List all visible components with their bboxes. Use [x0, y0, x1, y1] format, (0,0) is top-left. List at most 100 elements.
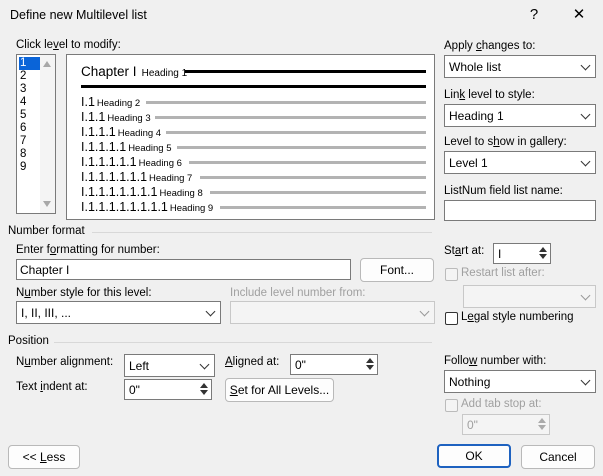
preview-line: [200, 176, 426, 179]
aligned-at-stepper[interactable]: 0": [290, 354, 378, 375]
start-at-label: Start at:: [444, 245, 485, 257]
gallery-level-select[interactable]: Level 1: [444, 151, 596, 174]
text-indent-label: Text indent at:: [16, 381, 88, 393]
gallery-level-label: Level to show in gallery:: [444, 136, 567, 148]
preview-line: [185, 70, 426, 73]
preview-row-level-5: I.1.1.1.1 Heading 5: [81, 140, 172, 154]
preview-row-level-3: I.1.1 Heading 3: [81, 110, 151, 124]
section-divider: [54, 342, 432, 343]
preview-pane: Chapter I Heading 1 I.1 Heading 2 I.1.1 He…: [66, 54, 435, 220]
preview-line: [177, 146, 426, 149]
level-list-label: Click level to modify:: [16, 39, 121, 51]
restart-list-label: Restart list after:: [461, 267, 545, 279]
text-indent-stepper[interactable]: 0": [124, 379, 212, 400]
level-item-3[interactable]: 3: [19, 83, 40, 96]
tab-stop-stepper[interactable]: 0": [462, 414, 550, 435]
preview-row-level-7: I.1.1.1.1.1.1 Heading 7: [81, 170, 193, 184]
apply-changes-select[interactable]: Whole list: [444, 55, 596, 78]
chevron-down-icon[interactable]: [577, 286, 595, 307]
number-style-label: Number style for this level:: [16, 287, 152, 299]
scroll-up-icon[interactable]: [43, 61, 51, 67]
apply-changes-value: Whole list: [449, 60, 502, 74]
level-item-9[interactable]: 9: [19, 161, 40, 174]
add-tab-stop-label: Add tab stop at:: [461, 398, 542, 410]
chevron-down-icon[interactable]: [577, 56, 595, 77]
number-style-select[interactable]: I, II, III, ...: [16, 301, 221, 324]
apply-changes-label: Apply changes to:: [444, 40, 536, 52]
spin-down-icon[interactable]: [536, 253, 550, 262]
follow-number-select[interactable]: Nothing: [444, 370, 596, 393]
chevron-down-icon[interactable]: [196, 355, 214, 376]
preview-line: [166, 131, 426, 134]
number-format-section-title: Number format: [8, 225, 85, 237]
number-alignment-select[interactable]: Left: [124, 354, 215, 377]
spin-down-icon[interactable]: [197, 389, 211, 398]
font-button[interactable]: Font...: [360, 258, 434, 282]
start-at-value: I: [498, 247, 502, 261]
preview-line: [81, 85, 426, 88]
level-item-7[interactable]: 7: [19, 135, 40, 148]
level-item-4[interactable]: 4: [19, 96, 40, 109]
less-button[interactable]: << Less: [8, 445, 80, 469]
tab-stop-value: 0": [467, 418, 478, 432]
scroll-down-icon[interactable]: [43, 201, 51, 207]
section-divider: [92, 232, 432, 233]
preview-line: [220, 206, 426, 209]
preview-line: [210, 191, 426, 194]
follow-number-value: Nothing: [449, 375, 491, 389]
include-level-select[interactable]: [230, 301, 435, 324]
number-format-value: Chapter I: [20, 263, 70, 277]
text-indent-value: 0": [129, 383, 140, 397]
level-item-1[interactable]: 1: [19, 57, 40, 70]
level-item-6[interactable]: 6: [19, 122, 40, 135]
number-format-input[interactable]: Chapter I: [16, 259, 351, 280]
chevron-down-icon[interactable]: [577, 105, 595, 126]
number-alignment-value: Left: [129, 359, 150, 373]
level-item-5[interactable]: 5: [19, 109, 40, 122]
close-icon[interactable]: ✕: [565, 4, 593, 26]
ok-button[interactable]: OK: [437, 444, 511, 468]
preview-row-level-4: I.1.1.1 Heading 4: [81, 125, 162, 139]
level-item-2[interactable]: 2: [19, 70, 40, 83]
link-level-select[interactable]: Heading 1: [444, 104, 596, 127]
chevron-down-icon[interactable]: [577, 152, 595, 173]
preview-number: Chapter I: [81, 64, 137, 79]
link-level-value: Heading 1: [449, 109, 504, 123]
spin-down-icon[interactable]: [535, 424, 549, 433]
follow-number-label: Follow number with:: [444, 355, 547, 367]
preview-row-level-8: I.1.1.1.1.1.1.1 Heading 8: [81, 185, 203, 199]
window-title: Define new Multilevel list: [10, 8, 147, 22]
add-tab-stop-checkbox[interactable]: [445, 399, 458, 412]
listnum-input[interactable]: [444, 200, 596, 221]
position-section-title: Position: [8, 335, 49, 347]
level-list-scrollbar[interactable]: [40, 55, 55, 213]
number-style-value: I, II, III, ...: [21, 306, 72, 320]
include-level-label: Include level number from:: [230, 287, 366, 299]
enter-formatting-label: Enter formatting for number:: [16, 244, 160, 256]
preview-row-level-6: I.1.1.1.1.1 Heading 6: [81, 155, 182, 169]
preview-heading: Heading 1: [141, 68, 188, 79]
chevron-down-icon[interactable]: [416, 302, 434, 323]
listnum-label: ListNum field list name:: [444, 185, 563, 197]
set-for-all-levels-button[interactable]: Set for All Levels...: [225, 378, 334, 402]
link-level-label: Link level to style:: [444, 89, 535, 101]
restart-list-select[interactable]: [463, 285, 596, 308]
help-button[interactable]: ?: [520, 4, 548, 26]
number-alignment-label: Number alignment:: [16, 356, 114, 368]
cancel-button[interactable]: Cancel: [521, 445, 595, 469]
legal-style-label: Legal style numbering: [461, 311, 574, 323]
gallery-level-value: Level 1: [449, 156, 488, 170]
preview-row-level-2: I.1 Heading 2: [81, 95, 141, 109]
level-item-8[interactable]: 8: [19, 148, 40, 161]
preview-line: [155, 116, 426, 119]
start-at-stepper[interactable]: I: [493, 243, 551, 264]
preview-line: [146, 101, 426, 104]
level-list[interactable]: 1 2 3 4 5 6 7 8 9: [16, 54, 56, 214]
preview-row-level-1: Chapter I Heading 1: [81, 64, 187, 79]
preview-row-level-9: I.1.1.1.1.1.1.1.1 Heading 9: [81, 200, 214, 214]
chevron-down-icon[interactable]: [202, 302, 220, 323]
chevron-down-icon[interactable]: [577, 371, 595, 392]
restart-list-checkbox[interactable]: [445, 268, 458, 281]
spin-down-icon[interactable]: [363, 364, 377, 373]
legal-style-checkbox[interactable]: [445, 312, 458, 325]
